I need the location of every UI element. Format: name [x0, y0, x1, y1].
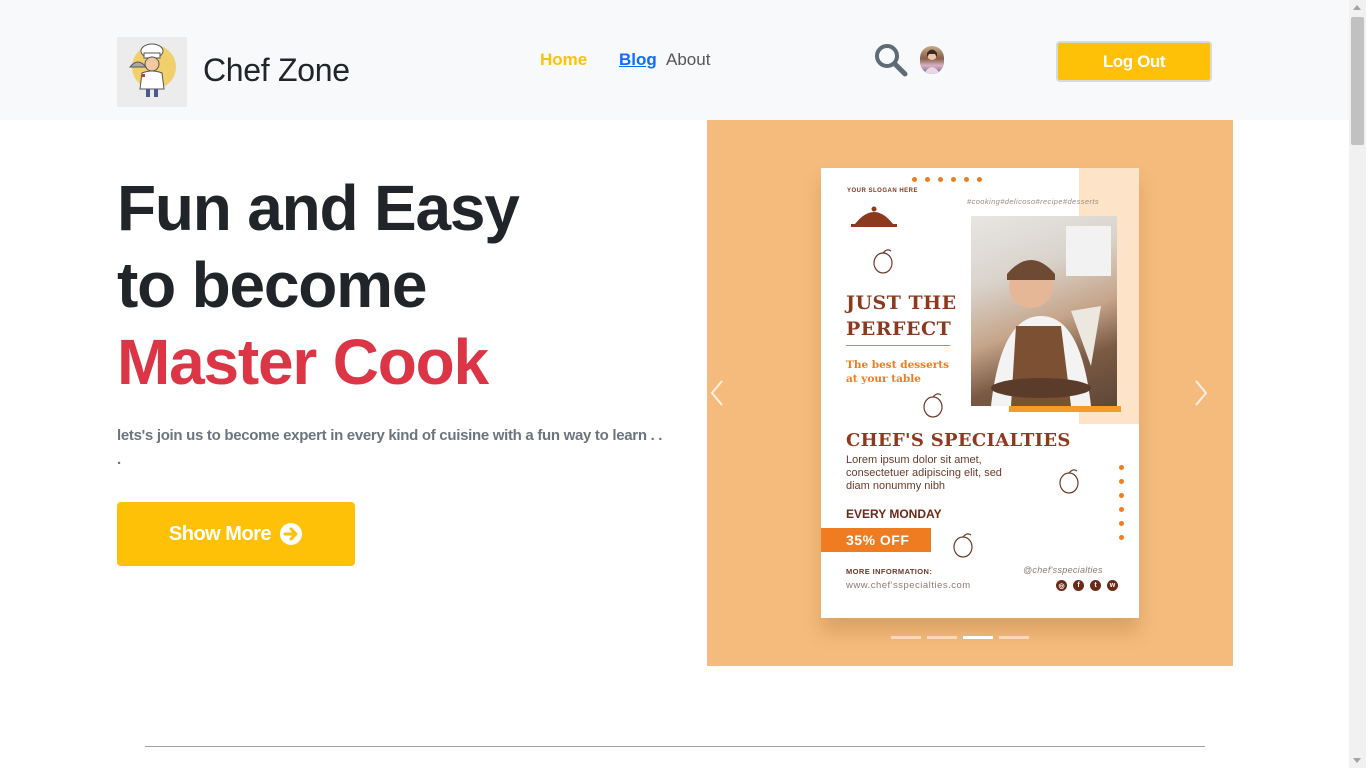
hero-title-line-2: to become [117, 249, 427, 321]
poster-subhead: The best desserts at your table [846, 358, 949, 386]
carousel-slide-poster: YOUR SLOGAN HERE #cooking#delicoso#recip… [821, 168, 1139, 618]
poster-description-1: Lorem ipsum dolor sit amet, [846, 454, 982, 466]
poster-description: Lorem ipsum dolor sit amet, consectetuer… [846, 454, 1046, 493]
chef-logo[interactable] [117, 37, 187, 107]
lemon-icon [873, 249, 893, 274]
carousel-indicator-2[interactable] [927, 636, 957, 639]
scroll-down-icon[interactable] [1353, 758, 1361, 763]
lemon-icon [923, 393, 943, 418]
cloche-icon [851, 206, 897, 227]
page-scrollbar[interactable] [1349, 0, 1366, 768]
nav-blog[interactable]: Blog [619, 50, 657, 70]
poster-dots-decoration [912, 177, 982, 182]
chef-photo [971, 216, 1117, 406]
carousel-indicator-3[interactable] [963, 636, 993, 639]
poster-description-3: diam nonummy nibh [846, 480, 946, 492]
poster-handle: @chef'sspecialties [1023, 565, 1103, 575]
poster-specialties-title: CHEF'S SPECIALTIES [846, 430, 1071, 451]
facebook-icon: f [1073, 580, 1084, 591]
poster-slogan: YOUR SLOGAN HERE [847, 188, 919, 194]
poster-subhead-2: at your table [846, 373, 921, 385]
poster-rule [846, 345, 950, 346]
show-more-button[interactable]: Show More [117, 502, 355, 566]
poster-discount-badge: 35% OFF [821, 528, 931, 552]
poster-subhead-1: The best desserts [846, 359, 950, 371]
nav-home[interactable]: Home [540, 50, 587, 70]
search-icon[interactable] [874, 43, 908, 77]
photo-accent-stripe [1009, 406, 1121, 412]
poster-hashtags: #cooking#delicoso#recipe#desserts [967, 197, 1100, 206]
scroll-thumb[interactable] [1351, 17, 1364, 145]
scroll-up-icon[interactable] [1353, 5, 1361, 10]
chef-photo-illustration [991, 226, 1111, 406]
poster-description-2: consectetuer adipiscing elit, sed [846, 467, 1002, 479]
instagram-icon: ◎ [1056, 580, 1067, 591]
hero-title-line-1: Fun and Easy [117, 172, 520, 244]
poster-dots-vertical [1119, 465, 1124, 540]
nav-about[interactable]: About [666, 50, 710, 70]
section-divider [145, 746, 1205, 747]
avatar[interactable] [920, 46, 944, 74]
lemon-icon [1059, 469, 1079, 494]
arrow-right-circle-icon [280, 523, 303, 545]
poster-headline-1: JUST THE [846, 292, 957, 314]
poster-every-monday: EVERY MONDAY [846, 507, 942, 521]
hero-tagline: lets's join us to become expert in every… [117, 427, 663, 468]
logout-button[interactable]: Log Out [1056, 41, 1212, 82]
brand-name[interactable]: Chef Zone [203, 52, 350, 89]
hero-title-highlight: Master Cook [117, 326, 489, 398]
carousel-indicators [891, 636, 1029, 639]
poster-headline: JUST THE PERFECT [846, 290, 957, 342]
poster-more-info: MORE INFORMATION: [846, 567, 933, 576]
carousel-indicator-1[interactable] [891, 636, 921, 639]
poster-website: www.chef'sspecialties.com [846, 580, 971, 591]
hero-carousel: YOUR SLOGAN HERE #cooking#delicoso#recip… [707, 120, 1233, 666]
carousel-next-icon[interactable] [1193, 378, 1209, 408]
navbar: Chef Zone Home Blog About Log Out [0, 0, 1349, 120]
user-avatar-icon [924, 49, 940, 74]
twitter-icon: t [1090, 580, 1101, 591]
carousel-indicator-4[interactable] [999, 636, 1029, 639]
show-more-label: Show More [168, 522, 272, 545]
lemon-icon [953, 533, 973, 558]
poster-social-icons: ◎ f t w [1056, 580, 1118, 591]
carousel-prev-icon[interactable] [709, 378, 725, 408]
poster-headline-2: PERFECT [846, 318, 952, 340]
whatsapp-icon: w [1107, 580, 1118, 591]
chef-logo-icon [128, 43, 176, 97]
